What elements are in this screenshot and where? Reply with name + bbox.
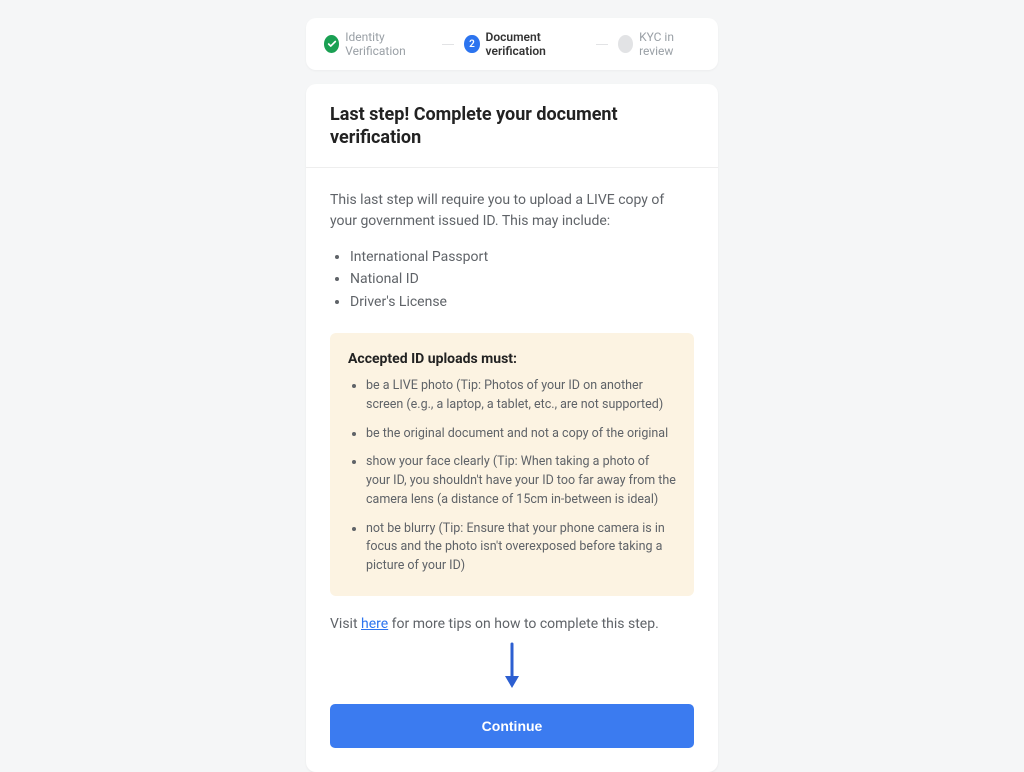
- verification-card: Last step! Complete your document verifi…: [306, 84, 718, 772]
- card-body: This last step will require you to uploa…: [306, 168, 718, 698]
- step-identity-label: Identity Verification: [345, 30, 432, 58]
- main-container: Identity Verification 2 Document verific…: [306, 18, 718, 700]
- list-item: National ID: [350, 268, 694, 290]
- step-kyc: KYC in review: [618, 30, 700, 58]
- stepper: Identity Verification 2 Document verific…: [306, 18, 718, 70]
- visit-link[interactable]: here: [361, 616, 388, 632]
- visit-prefix: Visit: [330, 616, 361, 632]
- pending-icon: [618, 35, 633, 53]
- id-types-list: International Passport National ID Drive…: [330, 246, 694, 313]
- page-title: Last step! Complete your document verifi…: [330, 104, 694, 149]
- card-header: Last step! Complete your document verifi…: [306, 84, 718, 168]
- list-item: be the original document and not a copy …: [366, 425, 676, 444]
- step-number-icon: 2: [464, 35, 479, 53]
- step-separator: [442, 44, 454, 45]
- visit-text: Visit here for more tips on how to compl…: [330, 616, 694, 632]
- intro-text: This last step will require you to uploa…: [330, 190, 694, 232]
- info-box: Accepted ID uploads must: be a LIVE phot…: [330, 333, 694, 596]
- visit-suffix: for more tips on how to complete this st…: [388, 616, 659, 632]
- list-item: International Passport: [350, 246, 694, 268]
- list-item: not be blurry (Tip: Ensure that your pho…: [366, 520, 676, 576]
- step-kyc-label: KYC in review: [639, 30, 700, 58]
- continue-button[interactable]: Continue: [330, 704, 694, 748]
- step-document: 2 Document verification: [464, 30, 586, 58]
- info-list: be a LIVE photo (Tip: Photos of your ID …: [348, 377, 676, 576]
- step-document-label: Document verification: [486, 30, 586, 58]
- arrow-indicator: [330, 632, 694, 698]
- arrow-down-icon: [501, 642, 523, 692]
- list-item: show your face clearly (Tip: When taking…: [366, 453, 676, 509]
- step-separator: [596, 44, 608, 45]
- check-icon: [324, 35, 339, 53]
- step-identity: Identity Verification: [324, 30, 432, 58]
- list-item: be a LIVE photo (Tip: Photos of your ID …: [366, 377, 676, 415]
- info-title: Accepted ID uploads must:: [348, 351, 676, 367]
- list-item: Driver's License: [350, 291, 694, 313]
